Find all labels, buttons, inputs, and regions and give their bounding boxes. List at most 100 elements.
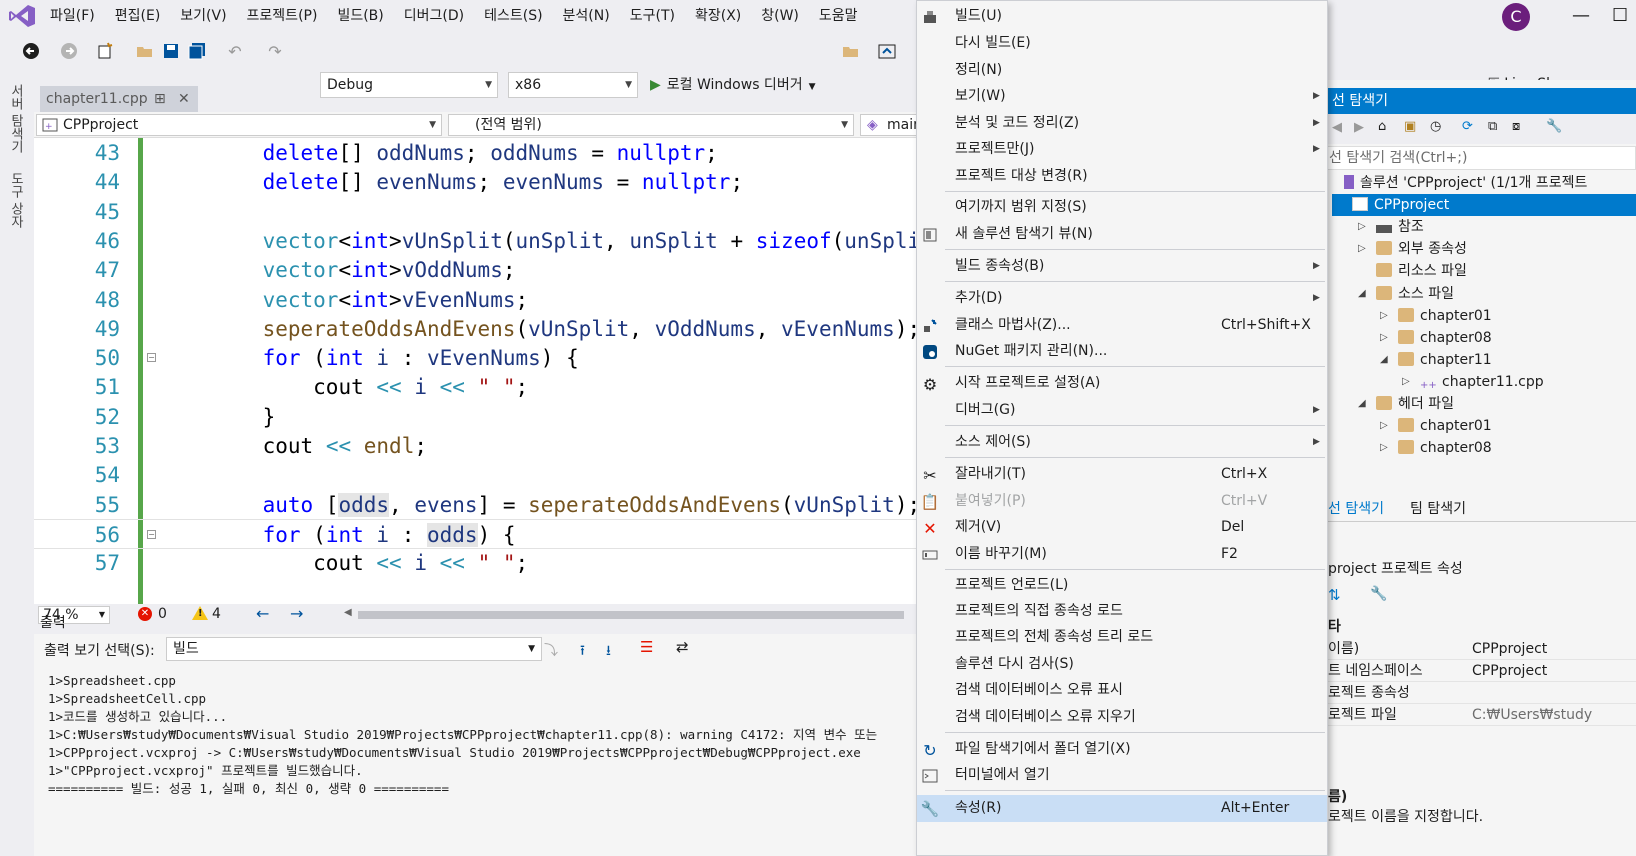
context-menu-item[interactable]: 프로젝트 언로드(L) [917,572,1327,599]
switch-views-icon[interactable]: ▣ [1404,119,1416,134]
next-issue-icon[interactable]: → [290,604,303,623]
tree-item[interactable]: ◢ 헤더 파일 [1356,393,1466,415]
menu-item-9[interactable]: 확장(X) [685,0,751,32]
property-pages-icon[interactable]: 🔧 [1370,586,1387,602]
minimize-icon[interactable]: — [1572,0,1590,32]
tree-item[interactable]: ▷ chapter08 [1378,437,1504,459]
context-menu-item[interactable]: 분석 및 코드 정리(Z) ▶ [917,110,1327,137]
context-menu-item[interactable]: 보기(W) ▶ [917,83,1327,110]
undo-icon[interactable]: ↶ [226,42,244,61]
context-menu-item[interactable]: ↻ 파일 탐색기에서 폴더 열기(X) [917,736,1327,763]
project-dropdown[interactable]: + CPPproject ▼ [36,114,442,136]
close-icon[interactable]: ✕ [178,86,190,112]
menu-item-6[interactable]: 테스트(S) [474,0,552,32]
pin-icon[interactable]: ⊞ [154,86,166,112]
history-icon[interactable]: ◷ [1430,119,1441,134]
scroll-left-icon[interactable]: ◀ [344,607,352,618]
expand-icon[interactable]: ▷ [1380,415,1388,437]
code-line[interactable]: 46 vector<int>vUnSplit(unSplit, unSplit … [34,226,954,256]
home-icon[interactable]: ⌂ [1378,119,1386,134]
property-row[interactable]: 트 네임스페이스 CPPproject [1320,660,1636,682]
code-line[interactable]: 50 for (int i : vEvenNums) {− [34,343,954,373]
toolbox-tab[interactable]: 도구 상자 [6,172,25,228]
expand-icon[interactable]: ▷ [1402,371,1410,393]
code-line[interactable]: 52 } [34,402,954,432]
tab-team-explorer[interactable]: 팀 탐색기 [1402,496,1474,522]
context-menu-item[interactable]: 프로젝트 대상 변경(R) [917,163,1327,190]
maximize-icon[interactable]: ☐ [1612,0,1628,32]
context-menu-item[interactable]: 여기까지 범위 지정(S) [917,194,1327,221]
context-menu-item[interactable]: 검색 데이터베이스 오류 지우기 [917,704,1327,731]
context-menu-item[interactable]: ✕ 제거(V) Del [917,514,1327,541]
context-menu-item[interactable]: 🔧 속성(R) Alt+Enter [917,795,1327,822]
tree-item[interactable]: ▷ 참조 [1356,216,1436,238]
collapse-icon[interactable]: ◢ [1358,283,1366,305]
open-file-icon[interactable] [136,42,154,60]
code-line[interactable]: 49 seperateOddsAndEvens(vUnSplit, vOddNu… [34,314,954,344]
forward-icon[interactable]: ▶ [1354,120,1364,135]
server-explorer-tab[interactable]: 서버 탐색기 [6,84,25,153]
context-menu-item[interactable]: ✂ 잘라내기(T) Ctrl+X [917,461,1327,488]
menu-item-5[interactable]: 디버그(D) [394,0,474,32]
back-icon[interactable]: ◀ [1332,120,1342,135]
user-avatar[interactable]: C [1502,3,1530,31]
save-icon[interactable] [162,42,180,60]
expand-icon[interactable]: ▷ [1358,238,1366,260]
show-all-files-icon[interactable]: ⧇ [1512,119,1520,134]
code-line[interactable]: 55 auto [odds, evens] = seperateOddsAndE… [34,490,954,520]
back-icon[interactable] [22,42,40,60]
code-line[interactable]: 45 [34,197,954,227]
previous-issue-icon[interactable]: ← [256,604,269,623]
context-menu-item[interactable]: ⚙ 시작 프로젝트로 설정(A) [917,370,1327,397]
context-menu-item[interactable]: 빌드 종속성(B) ▶ [917,253,1327,280]
menu-item-7[interactable]: 분석(N) [553,0,620,32]
context-menu-item[interactable]: 빌드(U) [917,3,1327,30]
menu-item-0[interactable]: 파일(F) [40,0,105,32]
previous-message-icon[interactable]: ⭱ [580,640,585,664]
menu-item-4[interactable]: 빌드(B) [327,0,393,32]
tab-solution-explorer[interactable]: 선 탐색기 [1320,496,1392,522]
visual-studio-logo-icon[interactable] [8,4,36,28]
tab-chapter11-cpp[interactable]: chapter11.cpp ⊞ ✕ [40,86,198,112]
horizontal-scrollbar[interactable] [358,611,904,619]
expand-icon[interactable]: ▷ [1380,305,1388,327]
context-menu-item[interactable]: 이름 바꾸기(M) F2 [917,541,1327,568]
word-wrap-icon[interactable]: ⇄ [676,638,689,656]
warning-count[interactable]: 4 [212,606,221,622]
context-menu-item[interactable]: 다시 빌드(E) [917,30,1327,57]
context-menu-item[interactable]: 📋 붙여넣기(P) Ctrl+V [917,488,1327,515]
tree-item[interactable]: ▷ 외부 종속성 [1356,238,1479,260]
context-menu-item[interactable]: 소스 제어(S) ▶ [917,429,1327,456]
tree-item[interactable]: 리소스 파일 [1356,260,1479,282]
context-menu-item[interactable]: 솔루션 다시 검사(S) [917,651,1327,678]
menu-item-3[interactable]: 프로젝트(P) [237,0,328,32]
collapse-icon[interactable]: ◢ [1358,393,1366,415]
forward-icon[interactable] [60,42,78,60]
wrench-icon[interactable]: 🔧 [1546,119,1562,134]
tree-item[interactable]: 솔루션 'CPPproject' (1/1개 프로젝트 [1324,172,1599,194]
menu-item-10[interactable]: 창(W) [751,0,809,32]
sort-icon[interactable]: ⇅ [1328,586,1341,604]
expand-icon[interactable]: ▷ [1380,437,1388,459]
menu-item-8[interactable]: 도구(T) [620,0,685,32]
code-editor[interactable]: 43 delete[] oddNums; oddNums = nullptr; 4… [34,138,954,604]
code-line[interactable]: 44 delete[] evenNums; evenNums = nullptr… [34,167,954,197]
expand-icon[interactable]: ▷ [1380,327,1388,349]
code-line[interactable]: 56 for (int i : odds) {− [34,518,954,549]
new-project-icon[interactable] [96,42,114,60]
clear-all-icon[interactable]: ☰ [640,638,653,656]
fold-toggle-icon[interactable]: − [147,353,156,363]
context-menu-item[interactable]: NuGet 패키지 관리(N)... [917,338,1327,365]
code-line[interactable]: 48 vector<int>vEvenNums; [34,285,954,315]
tree-item[interactable]: ▷ ++ chapter11.cpp [1400,371,1556,393]
fold-toggle-icon[interactable]: − [147,529,156,539]
next-message-icon[interactable]: ⭳ [606,640,611,664]
scope-dropdown[interactable]: (전역 범위) ▼ [448,114,854,136]
menu-item-11[interactable]: 도움말 [809,0,868,32]
error-count[interactable]: 0 [158,606,167,622]
folder-icon[interactable] [842,42,860,60]
menu-item-2[interactable]: 보기(V) [170,0,236,32]
tree-item[interactable]: ◢ 소스 파일 [1356,283,1466,305]
context-menu-item[interactable]: 새 솔루션 탐색기 뷰(N) [917,221,1327,248]
tree-item[interactable]: ◢ chapter11 [1378,349,1504,371]
